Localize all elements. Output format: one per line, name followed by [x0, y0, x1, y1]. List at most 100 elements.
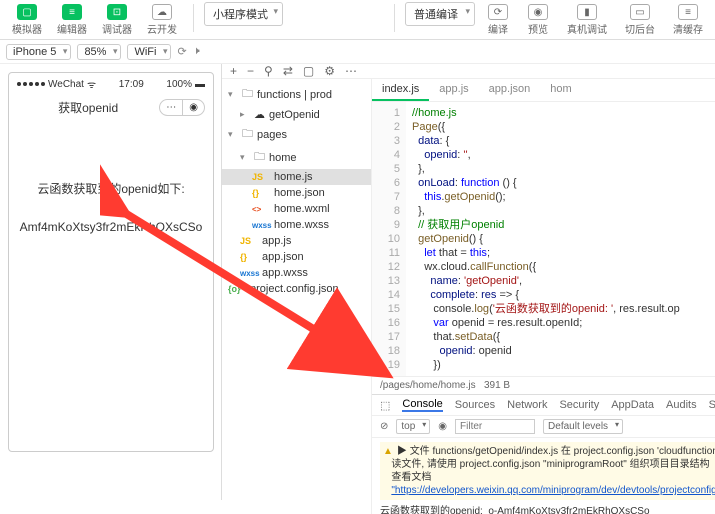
- dt-tab-appdata[interactable]: AppData: [611, 399, 654, 411]
- folder-getopenid[interactable]: ▸☁getOpenid: [222, 106, 371, 123]
- cloud-icon: ☁: [152, 4, 172, 20]
- cloud-dev-button[interactable]: ☁云开发: [141, 2, 183, 38]
- preview-icon: ◉: [528, 4, 548, 20]
- tab-home[interactable]: hom: [540, 79, 581, 101]
- ide-pane: + − ⚲ ⇄ ▢ ⚙ ⋯ ▾🗀functions | prod ▸☁getOp…: [222, 64, 715, 500]
- levels-dropdown[interactable]: Default levels: [543, 419, 623, 434]
- folder-icon: 🗀: [242, 85, 253, 104]
- rotate-icon[interactable]: ⟳: [177, 45, 186, 58]
- wifi-icon: ᯤ: [87, 77, 96, 91]
- compile-mode-dropdown[interactable]: 普通编译: [405, 2, 475, 26]
- editor-icon: ≡: [62, 4, 82, 20]
- zoom-dropdown[interactable]: 85%: [77, 44, 121, 60]
- dt-tab-console[interactable]: Console: [402, 398, 442, 412]
- console-log-line: 云函数获取到的openid: o-Amf4mKoXtsy3fr2mEkRhQXs…: [380, 500, 715, 514]
- file-home-js[interactable]: JShome.js: [222, 169, 371, 185]
- dt-tab-security[interactable]: Security: [559, 399, 599, 411]
- background-button[interactable]: ▭切后台: [619, 2, 661, 38]
- editor-area: index.js app.js app.json hom 12345678910…: [372, 79, 715, 514]
- simulator-content: 云函数获取到的openid如下: o-Amf4mKoXtsy3fr2mEkRhQ…: [9, 120, 213, 298]
- compile-icon: ⟳: [488, 4, 508, 20]
- capsule-close-button[interactable]: ◉: [183, 100, 204, 115]
- replace-icon[interactable]: ⇄: [283, 64, 293, 78]
- minus-icon[interactable]: −: [247, 64, 254, 78]
- dt-tab-sensor[interactable]: Sensor: [709, 399, 715, 411]
- cloud-icon: ☁: [254, 108, 265, 121]
- line-gutter: 12345678910111213141516171819: [372, 102, 406, 376]
- editor-status: /pages/home/home.js 391 B: [372, 376, 715, 394]
- remote-icon: ▮: [577, 4, 597, 20]
- tab-app-js[interactable]: app.js: [429, 79, 478, 101]
- page-title: 获取openid: [58, 99, 118, 116]
- folder-home[interactable]: ▾🗀home: [222, 146, 371, 169]
- folder-icon: 🗀: [254, 148, 265, 167]
- editor-tabs: index.js app.js app.json hom: [372, 79, 715, 102]
- add-icon[interactable]: +: [230, 64, 237, 78]
- warning-icon: ▲: [383, 446, 393, 457]
- simulator-pane: WeChat ᯤ 17:09 100% ▬ 获取openid ⋯ ◉ 云函数获取…: [0, 64, 222, 500]
- simulator-icon: ▢: [17, 4, 37, 20]
- phone-status-bar: WeChat ᯤ 17:09 100% ▬: [9, 73, 213, 95]
- doc-link[interactable]: "https://developers.weixin.qq.com/minipr…: [391, 485, 715, 496]
- file-home-wxss[interactable]: wxsshome.wxss: [222, 217, 371, 233]
- phone-frame: WeChat ᯤ 17:09 100% ▬ 获取openid ⋯ ◉ 云函数获取…: [8, 72, 214, 452]
- file-explorer: ▾🗀functions | prod ▸☁getOpenid ▾🗀pages ▾…: [222, 79, 372, 514]
- clear-console-icon[interactable]: ⊘: [380, 421, 388, 432]
- more-icon[interactable]: ⋯: [345, 64, 357, 78]
- search-icon[interactable]: ⚲: [264, 64, 273, 78]
- dt-tab-sources[interactable]: Sources: [455, 399, 495, 411]
- console-body[interactable]: ▲▶ 文件 functions/getOpenid/index.js 在 pro…: [372, 438, 715, 514]
- mute-icon[interactable]: 🕨: [193, 45, 200, 58]
- preview-button[interactable]: ◉预览: [521, 2, 555, 38]
- console-filter-bar: ⊘ top ◉ Default levels: [372, 416, 715, 438]
- code-editor[interactable]: 12345678910111213141516171819 //home.js …: [372, 102, 715, 376]
- openid-label: 云函数获取到的openid如下:: [19, 180, 203, 199]
- eye-icon[interactable]: ◉: [438, 421, 447, 432]
- editor-button[interactable]: ≡编辑器: [51, 2, 93, 38]
- ide-toolbar: + − ⚲ ⇄ ▢ ⚙ ⋯: [222, 64, 715, 79]
- device-dropdown[interactable]: iPhone 5: [6, 44, 71, 60]
- dt-tab-network[interactable]: Network: [507, 399, 547, 411]
- network-dropdown[interactable]: WiFi: [127, 44, 171, 60]
- carrier-label: WeChat: [48, 79, 84, 90]
- code-content: //home.js Page({ data: { openid: '', }, …: [406, 102, 686, 376]
- capsule-more-button[interactable]: ⋯: [160, 100, 183, 115]
- debugger-icon: ⊡: [107, 4, 127, 20]
- folder-functions[interactable]: ▾🗀functions | prod: [222, 83, 371, 106]
- context-dropdown[interactable]: top: [396, 419, 430, 434]
- file-app-js[interactable]: JSapp.js: [222, 233, 371, 249]
- capsule-button: ⋯ ◉: [159, 99, 205, 116]
- second-toolbar: iPhone 5 85% WiFi ⟳ 🕨: [0, 40, 715, 64]
- tab-app-json[interactable]: app.json: [479, 79, 541, 101]
- filter-input[interactable]: [455, 419, 535, 434]
- file-project-config[interactable]: {o}project.config.json: [222, 281, 371, 297]
- top-toolbar: ▢模拟器 ≡编辑器 ⊡调试器 ☁云开发 小程序模式 普通编译 ⟳编译 ◉预览 ▮…: [0, 0, 715, 40]
- phone-nav-bar: 获取openid ⋯ ◉: [9, 95, 213, 120]
- folder-pages[interactable]: ▾🗀pages: [222, 123, 371, 146]
- battery-label: 100%: [166, 79, 192, 90]
- file-app-json[interactable]: {}app.json: [222, 249, 371, 265]
- file-app-wxss[interactable]: wxssapp.wxss: [222, 265, 371, 281]
- simulator-button[interactable]: ▢模拟器: [6, 2, 48, 38]
- time-label: 17:09: [119, 79, 144, 90]
- remote-debug-button[interactable]: ▮真机调试: [561, 2, 613, 38]
- console-warning: ▲▶ 文件 functions/getOpenid/index.js 在 pro…: [380, 442, 715, 500]
- inspect-icon[interactable]: ⬚: [380, 399, 390, 412]
- tab-index-js[interactable]: index.js: [372, 79, 429, 101]
- settings-icon[interactable]: ⚙: [324, 64, 335, 78]
- mode-dropdown[interactable]: 小程序模式: [204, 2, 283, 26]
- copy-icon[interactable]: ▢: [303, 64, 314, 78]
- clear-cache-button[interactable]: ≡清缓存: [667, 2, 709, 38]
- bg-icon: ▭: [630, 4, 650, 20]
- file-home-wxml[interactable]: <>home.wxml: [222, 201, 371, 217]
- compile-button[interactable]: ⟳编译: [481, 2, 515, 38]
- openid-value: o-Amf4mKoXtsy3fr2mEkRhQXsCSo: [19, 199, 203, 237]
- folder-icon: 🗀: [242, 125, 253, 144]
- devtools-panel: ⬚ Console Sources Network Security AppDa…: [372, 394, 715, 514]
- battery-icon: ▬: [195, 79, 205, 90]
- file-home-json[interactable]: {}home.json: [222, 185, 371, 201]
- debugger-button[interactable]: ⊡调试器: [96, 2, 138, 38]
- cache-icon: ≡: [678, 4, 698, 20]
- devtools-tabs: ⬚ Console Sources Network Security AppDa…: [372, 395, 715, 416]
- dt-tab-audits[interactable]: Audits: [666, 399, 697, 411]
